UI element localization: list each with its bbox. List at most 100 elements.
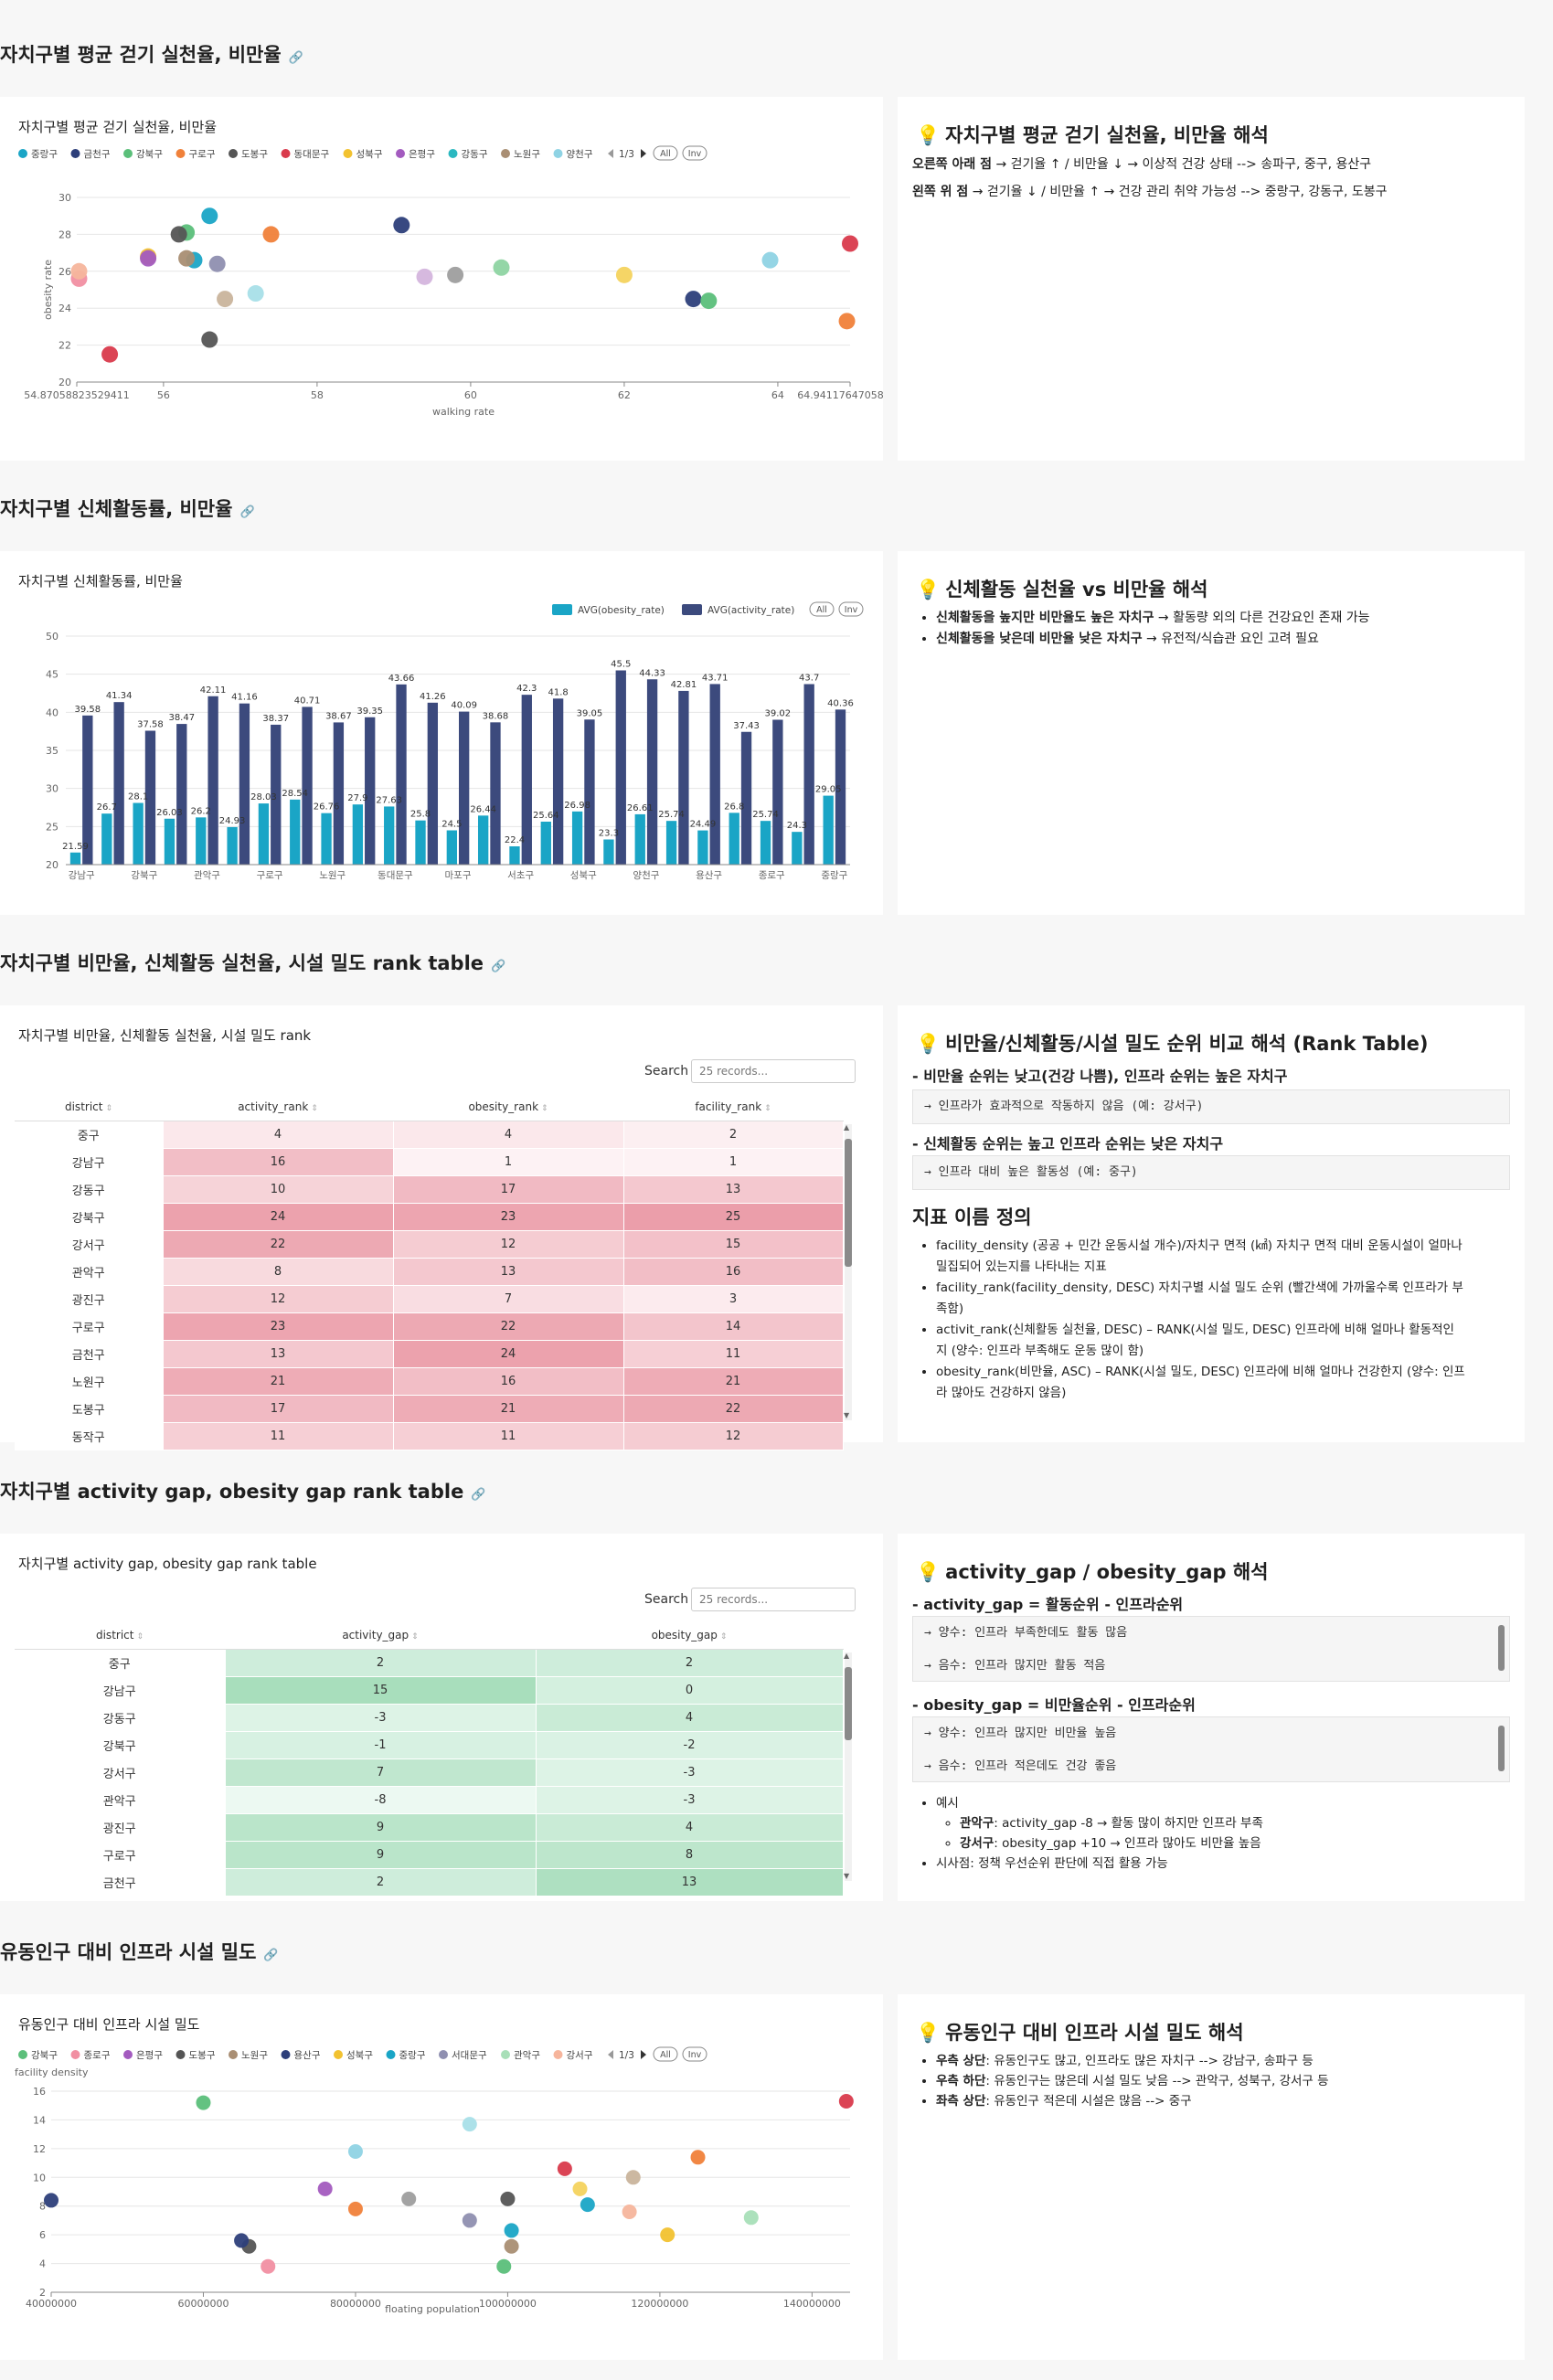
- table-row[interactable]: 중구 4 4 2: [15, 1121, 844, 1149]
- table-row[interactable]: 강북구 -1 -2: [15, 1731, 844, 1759]
- link-icon[interactable]: 🔗: [239, 505, 254, 519]
- bar-activity[interactable]: [490, 722, 501, 865]
- link-icon[interactable]: 🔗: [491, 960, 505, 973]
- bar-obesity[interactable]: [446, 830, 457, 866]
- table-row[interactable]: 금천구 2 13: [15, 1868, 844, 1897]
- bar-activity[interactable]: [552, 698, 564, 865]
- legend-marker[interactable]: [18, 149, 27, 158]
- scatter-point[interactable]: [317, 2181, 333, 2196]
- table-row[interactable]: 강남구 15 0: [15, 1676, 844, 1705]
- bar-activity[interactable]: [584, 719, 595, 865]
- scatter-point[interactable]: [557, 2161, 572, 2176]
- bar-obesity[interactable]: [196, 817, 207, 865]
- scroll-up-arrow-icon[interactable]: ▲: [844, 1123, 849, 1132]
- scatter-point[interactable]: [761, 251, 779, 269]
- scatter-point[interactable]: [504, 2238, 519, 2254]
- scatter-point[interactable]: [572, 2181, 588, 2196]
- column-header-facility_rank[interactable]: facility_rank ⇕: [623, 1093, 843, 1121]
- bar-activity[interactable]: [239, 703, 250, 865]
- scatter-point[interactable]: [462, 2117, 477, 2132]
- scatter-point[interactable]: [262, 226, 280, 243]
- scatter-point[interactable]: [201, 331, 218, 348]
- table-row[interactable]: 관악구 -8 -3: [15, 1786, 844, 1814]
- bar-obesity[interactable]: [665, 821, 677, 865]
- column-header-activity_gap[interactable]: activity_gap ⇕: [225, 1621, 536, 1650]
- link-icon[interactable]: 🔗: [289, 51, 303, 65]
- bar-obesity[interactable]: [477, 815, 489, 865]
- scatter-point[interactable]: [234, 2233, 250, 2248]
- bar-obesity[interactable]: [321, 813, 332, 865]
- scroll-down-arrow-icon[interactable]: ▼: [844, 1411, 849, 1419]
- scatter-point[interactable]: [580, 2197, 595, 2213]
- legend-marker[interactable]: [501, 149, 510, 158]
- table-row[interactable]: 동작구 11 11 12: [15, 1422, 844, 1450]
- bar-obesity[interactable]: [540, 822, 551, 865]
- legend-marker[interactable]: [501, 2050, 510, 2059]
- bar-activity[interactable]: [207, 696, 218, 865]
- scatter-point[interactable]: [625, 2170, 641, 2185]
- legend-marker[interactable]: [229, 2050, 238, 2059]
- bar-obesity[interactable]: [634, 813, 645, 865]
- legend-marker[interactable]: [70, 2050, 80, 2059]
- bar-activity[interactable]: [113, 702, 124, 865]
- scroll-up-arrow-icon[interactable]: ▲: [844, 1652, 849, 1660]
- bar-activity[interactable]: [365, 717, 376, 865]
- bar-obesity[interactable]: [384, 806, 395, 865]
- scrollbar-thumb[interactable]: [845, 1139, 852, 1267]
- bar-activity[interactable]: [803, 684, 814, 866]
- note-code-block[interactable]: → 양수: 인프라 많지만 비만율 높음 → 음수: 인프라 적은데도 건강 좋…: [912, 1716, 1510, 1782]
- table-row[interactable]: 금천구 13 24 11: [15, 1340, 844, 1368]
- table-row[interactable]: 노원구 21 16 21: [15, 1367, 844, 1396]
- scatter-point[interactable]: [347, 2144, 363, 2159]
- scatter-point[interactable]: [462, 2213, 477, 2228]
- bar-obesity[interactable]: [258, 803, 270, 865]
- table-row[interactable]: 강북구 24 23 25: [15, 1203, 844, 1231]
- scatter-point[interactable]: [44, 2193, 59, 2208]
- sort-icon[interactable]: ⇕: [720, 1632, 728, 1642]
- legend-marker[interactable]: [396, 149, 405, 158]
- scatter-point[interactable]: [660, 2227, 675, 2243]
- bar-obesity[interactable]: [509, 846, 520, 865]
- legend-marker[interactable]: [334, 2050, 343, 2059]
- legend-marker[interactable]: [229, 149, 238, 158]
- bar-obesity[interactable]: [227, 826, 238, 865]
- scatter-point[interactable]: [447, 266, 464, 283]
- scatter-point[interactable]: [838, 313, 856, 330]
- scatter-point[interactable]: [170, 226, 187, 243]
- sort-icon[interactable]: ⇕: [541, 1104, 548, 1113]
- bar-activity[interactable]: [333, 722, 345, 865]
- bar-activity[interactable]: [427, 702, 439, 865]
- link-icon[interactable]: 🔗: [263, 1949, 278, 1962]
- legend-next-arrow-icon[interactable]: [641, 2050, 646, 2059]
- column-header-obesity_gap[interactable]: obesity_gap ⇕: [536, 1621, 843, 1650]
- legend-marker[interactable]: [281, 149, 291, 158]
- table-row[interactable]: 강동구 10 17 13: [15, 1175, 844, 1204]
- bar-obesity[interactable]: [603, 839, 614, 866]
- table-row[interactable]: 구로구 23 22 14: [15, 1312, 844, 1341]
- column-header-activity_rank[interactable]: activity_rank ⇕: [163, 1093, 393, 1121]
- sort-icon[interactable]: ⇕: [764, 1104, 771, 1113]
- table-row[interactable]: 광진구 12 7 3: [15, 1285, 844, 1313]
- scatter-point[interactable]: [401, 2191, 417, 2206]
- code-scrollbar-thumb[interactable]: [1498, 1625, 1505, 1671]
- table-row[interactable]: 구로구 9 8: [15, 1841, 844, 1869]
- legend-marker[interactable]: [18, 2050, 27, 2059]
- scatter-point[interactable]: [743, 2210, 759, 2226]
- scatter-point[interactable]: [685, 291, 702, 308]
- scatter-point[interactable]: [493, 259, 510, 276]
- scatter-point[interactable]: [496, 2258, 512, 2274]
- sort-icon[interactable]: ⇕: [105, 1104, 112, 1113]
- legend-marker[interactable]: [123, 2050, 133, 2059]
- scatter-point[interactable]: [261, 2258, 276, 2274]
- legend-marker[interactable]: [176, 149, 186, 158]
- table-row[interactable]: 관악구 8 13 16: [15, 1258, 844, 1286]
- bar-obesity[interactable]: [729, 813, 739, 865]
- scatter-point[interactable]: [217, 291, 234, 308]
- sort-icon[interactable]: ⇕: [311, 1104, 318, 1113]
- scatter-point[interactable]: [201, 207, 218, 225]
- sort-icon[interactable]: ⇕: [411, 1632, 419, 1642]
- scatter-point[interactable]: [208, 255, 226, 272]
- table-row[interactable]: 강서구 7 -3: [15, 1758, 844, 1787]
- bar-activity[interactable]: [302, 707, 313, 865]
- table-row[interactable]: 강남구 16 1 1: [15, 1148, 844, 1176]
